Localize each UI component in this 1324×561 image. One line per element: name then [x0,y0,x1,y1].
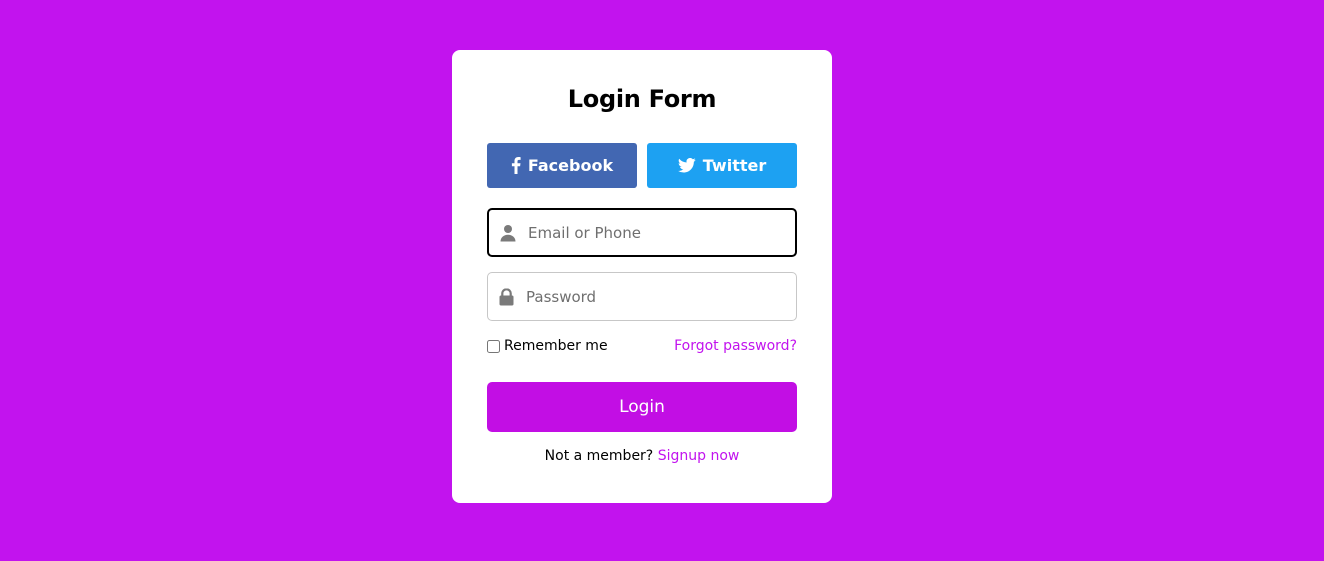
user-icon [500,224,516,241]
facebook-icon [511,157,521,174]
remember-me-label: Remember me [504,338,608,354]
remember-me[interactable]: Remember me [487,338,608,354]
signup-prompt-text: Not a member? [544,448,658,464]
signup-prompt: Not a member? Signup now [452,448,832,464]
lock-icon [499,288,514,305]
password-field[interactable] [487,272,797,321]
forgot-password-link[interactable]: Forgot password? [674,338,797,354]
login-card: Login Form Facebook Twitter Email or Pho… [452,50,832,503]
page-background: Login Form Facebook Twitter Email or Pho… [0,0,1324,561]
email-field[interactable] [487,208,797,257]
remember-me-checkbox[interactable] [487,339,500,353]
password-input[interactable] [526,273,786,320]
twitter-button-label: Twitter [702,156,767,175]
twitter-button[interactable]: Twitter [647,143,797,188]
signup-link[interactable]: Signup now [658,448,740,464]
email-input[interactable] [528,210,788,255]
form-title: Login Form [567,85,717,113]
facebook-button[interactable]: Facebook [487,143,637,188]
login-button[interactable]: Login [487,382,797,432]
facebook-button-label: Facebook [527,156,614,175]
twitter-icon [677,158,696,173]
